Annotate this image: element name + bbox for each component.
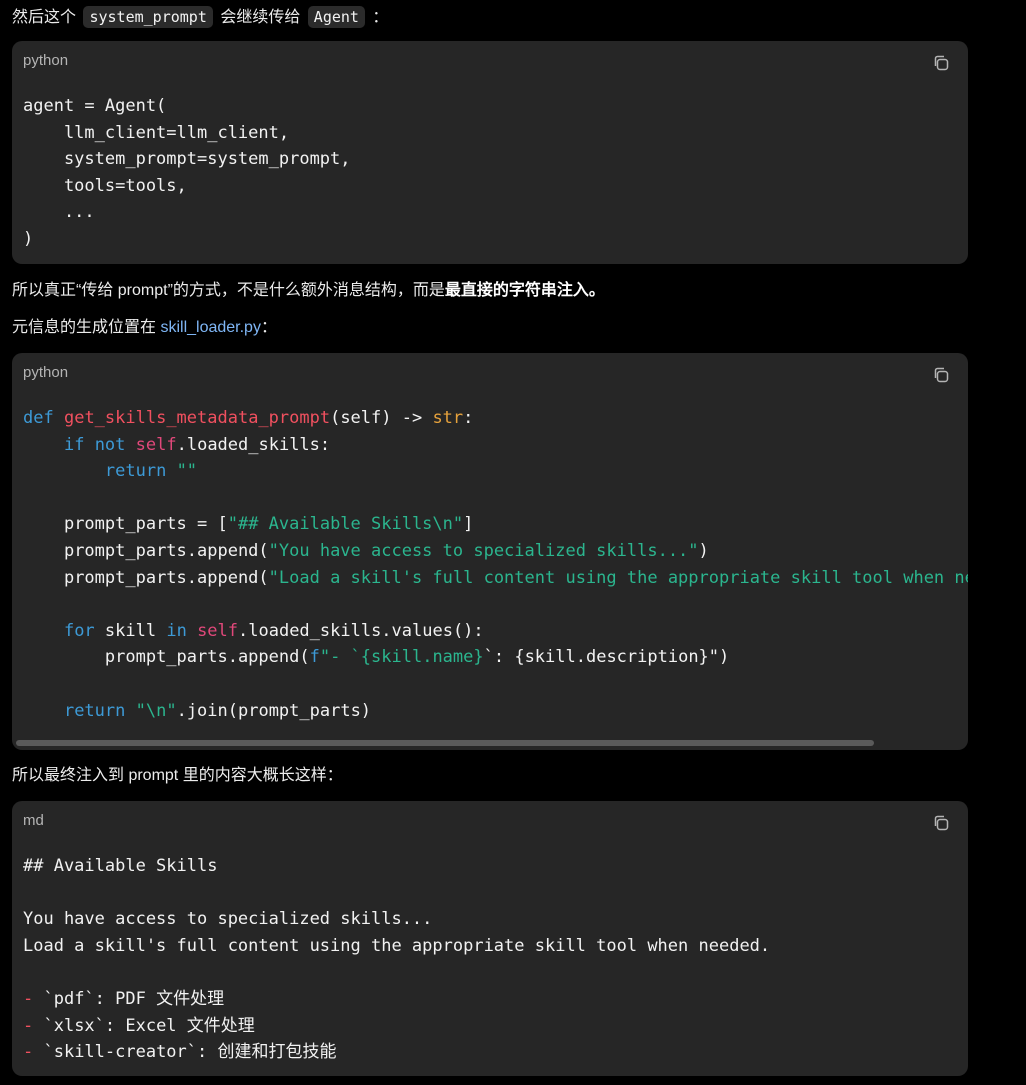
code-line: prompt_parts.append("Load a skill's full… <box>23 565 968 592</box>
code-block-md: md ## Available Skills You have access to… <box>12 801 968 1076</box>
code-token: "Load a skill's full content using the a… <box>268 567 968 588</box>
code-token: "You have access to specialized skills..… <box>268 540 699 561</box>
bullet-dash: - <box>23 1015 34 1036</box>
copy-icon[interactable] <box>932 814 950 832</box>
intro-text: 然后这个 system_prompt 会继续传给 Agent ： <box>12 5 388 29</box>
paragraph-final: 所以最终注入到 prompt 里的内容大概长这样： <box>12 764 343 788</box>
paragraph-text: 所以真正“传给 prompt”的方式，不是什么额外消息结构，而是 <box>12 282 445 299</box>
code-line: return "\n".join(prompt_parts) <box>23 698 957 725</box>
code-line: def get_skills_metadata_prompt(self) -> … <box>23 405 957 432</box>
code-line: Load a skill's full content using the ap… <box>23 935 771 956</box>
bullet-dash: - <box>23 988 34 1009</box>
code-language-label: python <box>23 52 69 69</box>
paragraph-end: ： <box>260 319 277 336</box>
bullet-text: `xlsx`: Excel 文件处理 <box>33 1015 255 1036</box>
code-line: llm_client=llm_client, <box>23 122 290 143</box>
paragraph-text: 元信息的生成位置在 <box>12 319 161 336</box>
code-line: tools=tools, <box>23 175 187 196</box>
paragraph-injection: 所以真正“传给 prompt”的方式，不是什么额外消息结构，而是最直接的字符串注… <box>12 279 605 303</box>
code-token: "\n" <box>135 700 177 721</box>
code-language-label: python <box>23 364 69 381</box>
code-token: if <box>63 434 85 455</box>
code-line: ## Available Skills <box>23 856 218 876</box>
code-token: return <box>63 700 126 721</box>
code-body: agent = Agent( llm_client=llm_client, sy… <box>12 83 968 253</box>
code-token: ) <box>719 647 730 668</box>
code-token: `: {skill.description}" <box>483 647 720 668</box>
code-token: "## Available Skills\n" <box>227 514 464 535</box>
paragraph-end: 。 <box>588 282 605 299</box>
inline-code-agent: Agent <box>307 6 365 28</box>
code-line: prompt_parts.append(f"- `{skill.name}`: … <box>23 644 957 671</box>
code-token: get_skills_metadata_prompt <box>63 408 331 428</box>
code-line: - `pdf`: PDF 文件处理 <box>23 986 957 1013</box>
paragraph-location: 元信息的生成位置在 skill_loader.py： <box>12 316 277 340</box>
code-line: agent = Agent( <box>23 96 167 116</box>
code-token: .loaded_skills.values(): <box>238 620 484 641</box>
code-token: .join(prompt_parts) <box>176 700 372 721</box>
code-header: python <box>12 353 968 395</box>
code-token: (self) -> <box>330 408 433 428</box>
code-token: "- ` <box>319 647 361 668</box>
bullet-text: `pdf`: PDF 文件处理 <box>33 988 225 1009</box>
paragraph-text: 所以最终注入到 prompt 里的内容大概长这样： <box>12 767 343 784</box>
code-line: prompt_parts = ["## Available Skills\n"] <box>23 511 957 538</box>
code-token: ) <box>698 540 709 561</box>
code-token: f <box>309 647 320 668</box>
code-line: prompt_parts.append("You have access to … <box>23 538 957 565</box>
code-line: system_prompt=system_prompt, <box>23 149 351 170</box>
code-token: prompt_parts.append( <box>104 647 310 668</box>
code-token: str <box>432 408 464 428</box>
copy-icon[interactable] <box>932 54 950 72</box>
code-line: ) <box>23 228 34 249</box>
code-line: - `skill-creator`: 创建和打包技能 <box>23 1039 957 1066</box>
code-token: : <box>463 408 474 428</box>
horizontal-scrollbar[interactable] <box>16 740 874 746</box>
bullet-text: `skill-creator`: 创建和打包技能 <box>33 1042 337 1063</box>
copy-icon[interactable] <box>932 366 950 384</box>
code-block-metadata: python def get_skills_metadata_prompt(se… <box>12 353 968 750</box>
intro-text-before: 然后这个 <box>12 9 77 26</box>
code-token: prompt_parts.append( <box>63 540 269 561</box>
code-token: "" <box>176 461 198 482</box>
code-line: You have access to specialized skills... <box>23 909 433 930</box>
code-token: self <box>135 434 177 455</box>
paragraph-strong: 最直接的字符串注入 <box>444 282 589 299</box>
code-token: return <box>104 461 167 482</box>
code-token: not <box>94 434 126 455</box>
code-token: def <box>23 408 54 428</box>
code-token: self <box>197 620 239 641</box>
intro-text-mid: 会继续传给 <box>220 9 301 26</box>
code-line: for skill in self.loaded_skills.values()… <box>23 618 957 645</box>
code-token: for <box>63 620 95 641</box>
code-token: in <box>166 620 187 641</box>
code-line: - `xlsx`: Excel 文件处理 <box>23 1013 957 1040</box>
code-token: prompt_parts.append( <box>63 567 269 588</box>
code-token: {skill.name} <box>360 647 484 668</box>
inline-code-system-prompt: system_prompt <box>83 6 213 28</box>
code-block-agent: python agent = Agent( llm_client=llm_cli… <box>12 41 968 264</box>
code-body: def get_skills_metadata_prompt(self) -> … <box>12 395 968 724</box>
code-header: python <box>12 41 968 83</box>
code-line: if not self.loaded_skills: <box>23 432 957 459</box>
code-line: return "" <box>23 458 957 485</box>
code-token: .loaded_skills: <box>176 434 331 455</box>
skill-loader-link[interactable]: skill_loader.py <box>160 319 261 336</box>
code-language-label: md <box>23 812 44 829</box>
code-token: skill <box>94 620 167 641</box>
code-header: md <box>12 801 968 843</box>
bullet-dash: - <box>23 1042 34 1063</box>
intro-text-after: ： <box>372 9 389 26</box>
code-token: ] <box>463 514 474 535</box>
code-body: ## Available Skills You have access to sp… <box>12 843 968 1066</box>
code-token: prompt_parts = [ <box>63 514 228 535</box>
code-line: ... <box>23 202 95 223</box>
